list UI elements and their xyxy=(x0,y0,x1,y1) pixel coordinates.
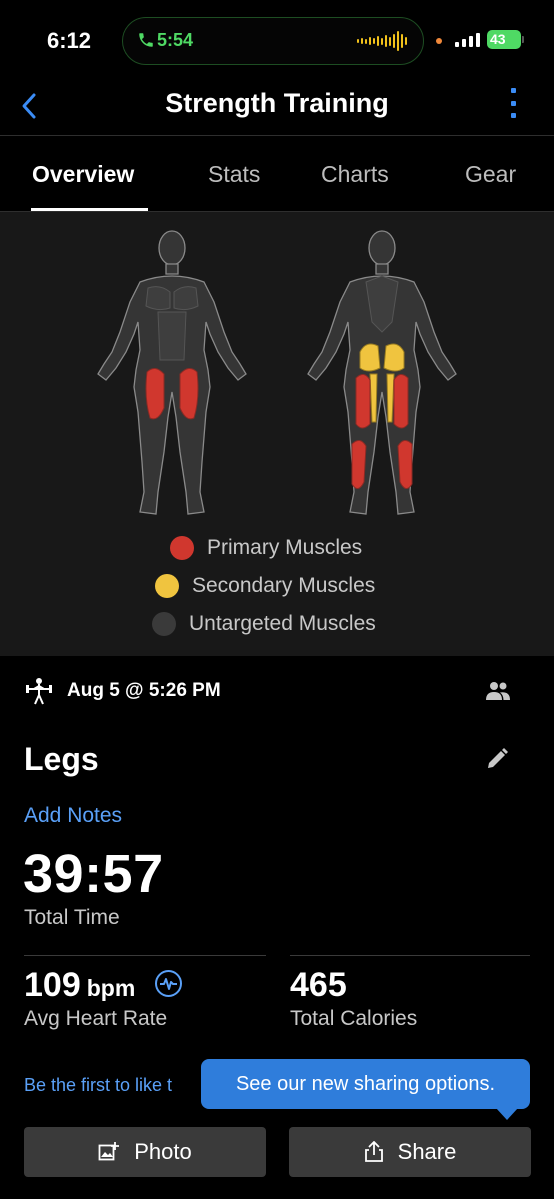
share-icon xyxy=(364,1141,383,1162)
workout-name: Legs xyxy=(24,741,99,777)
tab-overview[interactable]: Overview xyxy=(32,161,134,212)
nav-bar: Strength Training xyxy=(0,80,554,136)
activity-header: Aug 5 @ 5:26 PM xyxy=(24,676,530,706)
calories-label: Total Calories xyxy=(290,1007,418,1030)
tooltip-arrow xyxy=(496,1108,518,1120)
heart-rate-label: Avg Heart Rate xyxy=(24,1007,168,1030)
primary-color-dot xyxy=(170,536,194,560)
strength-training-icon xyxy=(26,678,52,705)
page-title: Strength Training xyxy=(165,88,389,118)
secondary-color-dot xyxy=(155,574,179,598)
total-time-label: Total Time xyxy=(24,906,120,929)
legend-label: Secondary Muscles xyxy=(192,574,376,597)
audio-waveform-icon xyxy=(357,30,407,52)
active-call-pill[interactable]: 5:54 xyxy=(122,17,424,65)
front-body-figure xyxy=(97,230,247,515)
tab-bar: Overview Stats Charts Gear xyxy=(0,137,554,212)
heart-rate-chart-icon[interactable] xyxy=(155,970,182,997)
tab-charts[interactable]: Charts xyxy=(321,161,389,212)
tab-gear[interactable]: Gear xyxy=(465,161,516,212)
photo-label: Photo xyxy=(134,1139,192,1164)
back-body-figure xyxy=(307,230,457,515)
phone-icon xyxy=(139,33,153,47)
heart-rate-value: 109 xyxy=(24,966,81,1004)
cellular-signal-icon xyxy=(455,33,480,47)
share-label: Share xyxy=(397,1139,457,1164)
status-bar: 6:12 5:54 43 xyxy=(0,0,554,80)
legend-secondary: Secondary Muscles xyxy=(155,574,375,598)
muscle-map-panel: Primary Muscles Secondary Muscles Untarg… xyxy=(0,212,554,656)
heart-rate-unit: bpm xyxy=(86,975,136,1001)
more-vertical-icon xyxy=(510,88,516,93)
pulse-icon xyxy=(160,978,177,990)
divider-right xyxy=(290,955,530,956)
divider-left xyxy=(24,955,266,956)
total-time-value: 39:57 xyxy=(23,844,164,904)
sharing-tooltip[interactable]: See our new sharing options. xyxy=(201,1059,530,1109)
muscle-map-figure xyxy=(97,230,457,515)
heart-rate-stat: 109 bpm xyxy=(24,966,135,1005)
legend-primary: Primary Muscles xyxy=(170,536,362,560)
legend-untargeted: Untargeted Muscles xyxy=(152,612,376,636)
tab-stats[interactable]: Stats xyxy=(208,161,260,212)
activity-date: Aug 5 @ 5:26 PM xyxy=(67,680,221,701)
back-calves xyxy=(351,440,413,489)
battery-icon: 43 xyxy=(487,30,521,49)
pencil-icon[interactable] xyxy=(485,747,509,771)
like-prompt-link[interactable]: Be the first to like t xyxy=(24,1075,172,1096)
legend-label: Untargeted Muscles xyxy=(189,612,376,635)
share-button[interactable]: Share xyxy=(289,1127,531,1177)
status-time: 6:12 xyxy=(47,28,92,53)
untargeted-color-dot xyxy=(152,612,176,636)
call-duration: 5:54 xyxy=(157,30,194,50)
legend-label: Primary Muscles xyxy=(207,536,363,559)
photo-button[interactable]: Photo xyxy=(24,1127,266,1177)
add-photo-icon xyxy=(98,1142,120,1161)
people-icon[interactable] xyxy=(484,680,512,702)
active-tab-indicator xyxy=(31,208,148,211)
battery-tip xyxy=(522,36,524,43)
add-notes-link[interactable]: Add Notes xyxy=(24,804,122,828)
privacy-indicator xyxy=(436,38,442,44)
more-options-button[interactable] xyxy=(505,88,521,118)
calories-value: 465 xyxy=(290,966,347,1004)
tooltip-text: See our new sharing options. xyxy=(235,1072,496,1095)
